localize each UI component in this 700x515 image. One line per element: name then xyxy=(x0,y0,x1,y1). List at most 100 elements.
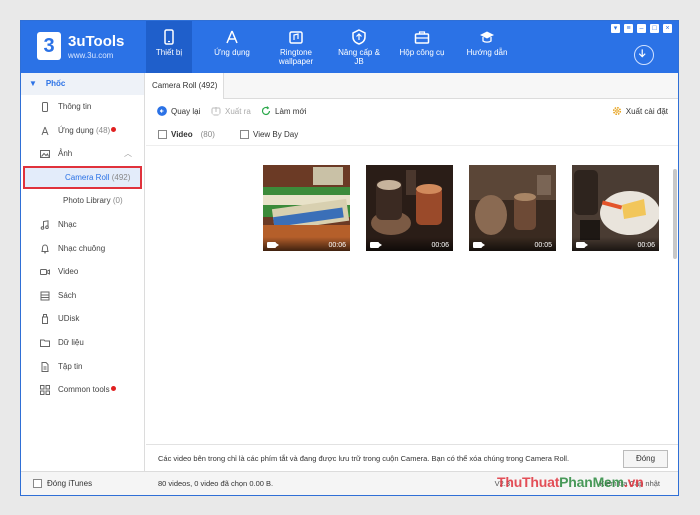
video-thumbnail[interactable]: 00:06 xyxy=(572,165,659,251)
back-label: Quay lại xyxy=(171,106,201,116)
nav-guide[interactable]: Hướng dẫn xyxy=(462,21,512,73)
skin-button[interactable]: ▾ xyxy=(611,24,620,33)
filter-bar: Video (80) View By Day xyxy=(146,124,678,146)
apps-count: (48) xyxy=(95,125,111,135)
nav-guide-label: Hướng dẫn xyxy=(466,48,508,57)
nav-apps-label: Ứng dụng xyxy=(214,48,250,57)
sidebar: ▼ Phốc Thông tin Ứng dụng (48) Ảnh ︿ Cam… xyxy=(21,73,145,473)
back-button[interactable]: Quay lại xyxy=(157,106,200,116)
sidebar-item-label: UDisk xyxy=(58,314,80,324)
close-itunes-checkbox[interactable] xyxy=(33,479,42,488)
nav-toolbox-label: Hộp công cụ xyxy=(399,48,445,57)
video-thumbnail[interactable]: 00:06 xyxy=(366,165,453,251)
sidebar-item-camera-roll[interactable]: Camera Roll (492) xyxy=(23,165,142,190)
appstore-icon xyxy=(226,30,238,44)
close-button[interactable]: × xyxy=(663,24,672,33)
export-button[interactable]: Xuất ra xyxy=(211,106,251,116)
sidebar-item-info[interactable]: Thông tin xyxy=(21,95,144,119)
file-icon xyxy=(41,361,49,372)
video-camera-icon xyxy=(370,242,382,248)
appstore-icon xyxy=(41,126,49,135)
close-info-button[interactable]: Đóng xyxy=(623,450,668,468)
video-camera-icon xyxy=(267,242,279,248)
device-name: Phốc xyxy=(45,79,66,88)
usb-drive-icon xyxy=(42,314,48,325)
app-url: www.3u.com xyxy=(68,51,114,60)
sidebar-item-files[interactable]: Tập tin xyxy=(21,355,144,379)
nav-ringtone[interactable]: Ringtone wallpaper xyxy=(271,21,321,73)
sidebar-item-books[interactable]: Sách xyxy=(21,284,144,308)
app-logo: 3 xyxy=(37,32,61,60)
music-note-icon xyxy=(40,220,49,230)
close-itunes-label: Đóng iTunes xyxy=(47,479,93,488)
sidebar-item-label: Sách xyxy=(58,290,77,300)
video-filter[interactable]: Video (80) xyxy=(158,130,215,139)
app-name: 3uTools xyxy=(68,33,125,50)
sidebar-item-label: Photo Library xyxy=(63,196,111,206)
nav-upgrade-label: Nâng cấp & JB xyxy=(338,48,380,66)
refresh-button[interactable]: Làm mới xyxy=(261,106,306,116)
ringtone-icon xyxy=(289,31,303,44)
chevron-up-icon: ︿ xyxy=(124,149,132,159)
main-panel: Camera Roll (492) Quay lại Xuất ra Làm m… xyxy=(146,73,678,473)
back-arrow-icon xyxy=(157,106,167,116)
sidebar-item-apps[interactable]: Ứng dụng (48) xyxy=(21,119,144,143)
video-camera-icon xyxy=(473,242,485,248)
export-icon xyxy=(211,107,221,116)
sidebar-item-ringtones[interactable]: Nhạc chuông xyxy=(21,237,144,261)
sidebar-item-label: Dữ liệu xyxy=(58,337,84,347)
sidebar-item-label: Thông tin xyxy=(58,102,92,111)
download-icon[interactable] xyxy=(634,45,654,65)
nav-apps[interactable]: Ứng dụng xyxy=(208,21,256,73)
photo-library-count: (0) xyxy=(112,196,123,206)
by-day-checkbox[interactable] xyxy=(240,130,249,139)
sidebar-item-common-tools[interactable]: Common tools xyxy=(21,378,144,402)
video-thumbnail[interactable]: 00:05 xyxy=(469,165,556,251)
sidebar-item-label: Common tools xyxy=(58,385,110,395)
video-duration: 00:05 xyxy=(534,242,552,249)
minimize-button[interactable]: – xyxy=(637,24,646,33)
image-icon xyxy=(40,150,50,159)
site-watermark: ThuThuatPhanMem.vn xyxy=(497,474,644,490)
export-settings-button[interactable]: Xuất cài đặt xyxy=(612,106,668,116)
graduation-cap-icon xyxy=(480,31,494,43)
info-bar: Các video bên trong chỉ là các phím tắt … xyxy=(146,444,678,473)
book-icon xyxy=(40,291,50,301)
menu-button[interactable]: ≡ xyxy=(624,24,633,33)
sidebar-item-label: Camera Roll xyxy=(65,172,110,182)
nav-device-label: Thiết bị xyxy=(155,48,183,57)
sidebar-item-udisk[interactable]: UDisk xyxy=(21,307,144,331)
nav-ringtone-label: Ringtone wallpaper xyxy=(278,48,314,66)
nav-upgrade[interactable]: Nâng cấp & JB xyxy=(333,21,385,73)
sidebar-item-label: Nhạc xyxy=(58,219,77,229)
device-header[interactable]: ▼ Phốc xyxy=(21,73,144,95)
sidebar-item-label: Ứng dụng xyxy=(58,125,94,135)
sidebar-item-music[interactable]: Nhạc xyxy=(21,213,144,237)
nav-device[interactable]: Thiết bị xyxy=(146,21,192,73)
maximize-button[interactable]: □ xyxy=(650,24,659,33)
phone-icon xyxy=(42,102,48,112)
close-itunes-toggle[interactable]: Đóng iTunes xyxy=(33,479,92,488)
by-day-filter[interactable]: View By Day xyxy=(240,130,298,139)
toolbox-icon xyxy=(414,31,430,44)
sidebar-item-label: Tập tin xyxy=(58,361,83,371)
nav-toolbox[interactable]: Hộp công cụ xyxy=(396,21,448,73)
by-day-label: View By Day xyxy=(253,130,299,139)
export-settings-label: Xuất cài đặt xyxy=(625,106,668,116)
video-checkbox[interactable] xyxy=(158,130,167,139)
toolbar: Quay lại Xuất ra Làm mới Xuất cài đặt xyxy=(146,99,678,124)
sidebar-item-video[interactable]: Video xyxy=(21,260,144,284)
app-window: 3 3uTools www.3u.com Thiết bị Ứng dụng R… xyxy=(20,20,679,496)
grid-icon xyxy=(40,385,50,396)
export-label: Xuất ra xyxy=(225,106,251,116)
caret-down-icon: ▼ xyxy=(29,79,37,88)
phone-icon xyxy=(164,29,174,45)
refresh-icon xyxy=(261,106,271,116)
sidebar-item-photos[interactable]: Ảnh ︿ xyxy=(21,142,144,166)
tab-camera-roll[interactable]: Camera Roll (492) xyxy=(146,73,225,99)
bell-icon xyxy=(41,244,49,253)
sidebar-item-data[interactable]: Dữ liệu xyxy=(21,331,144,355)
video-thumbnail[interactable]: 00:06 xyxy=(263,165,350,251)
sidebar-item-photo-library[interactable]: Photo Library (0) xyxy=(21,189,144,213)
scrollbar[interactable] xyxy=(673,169,677,259)
